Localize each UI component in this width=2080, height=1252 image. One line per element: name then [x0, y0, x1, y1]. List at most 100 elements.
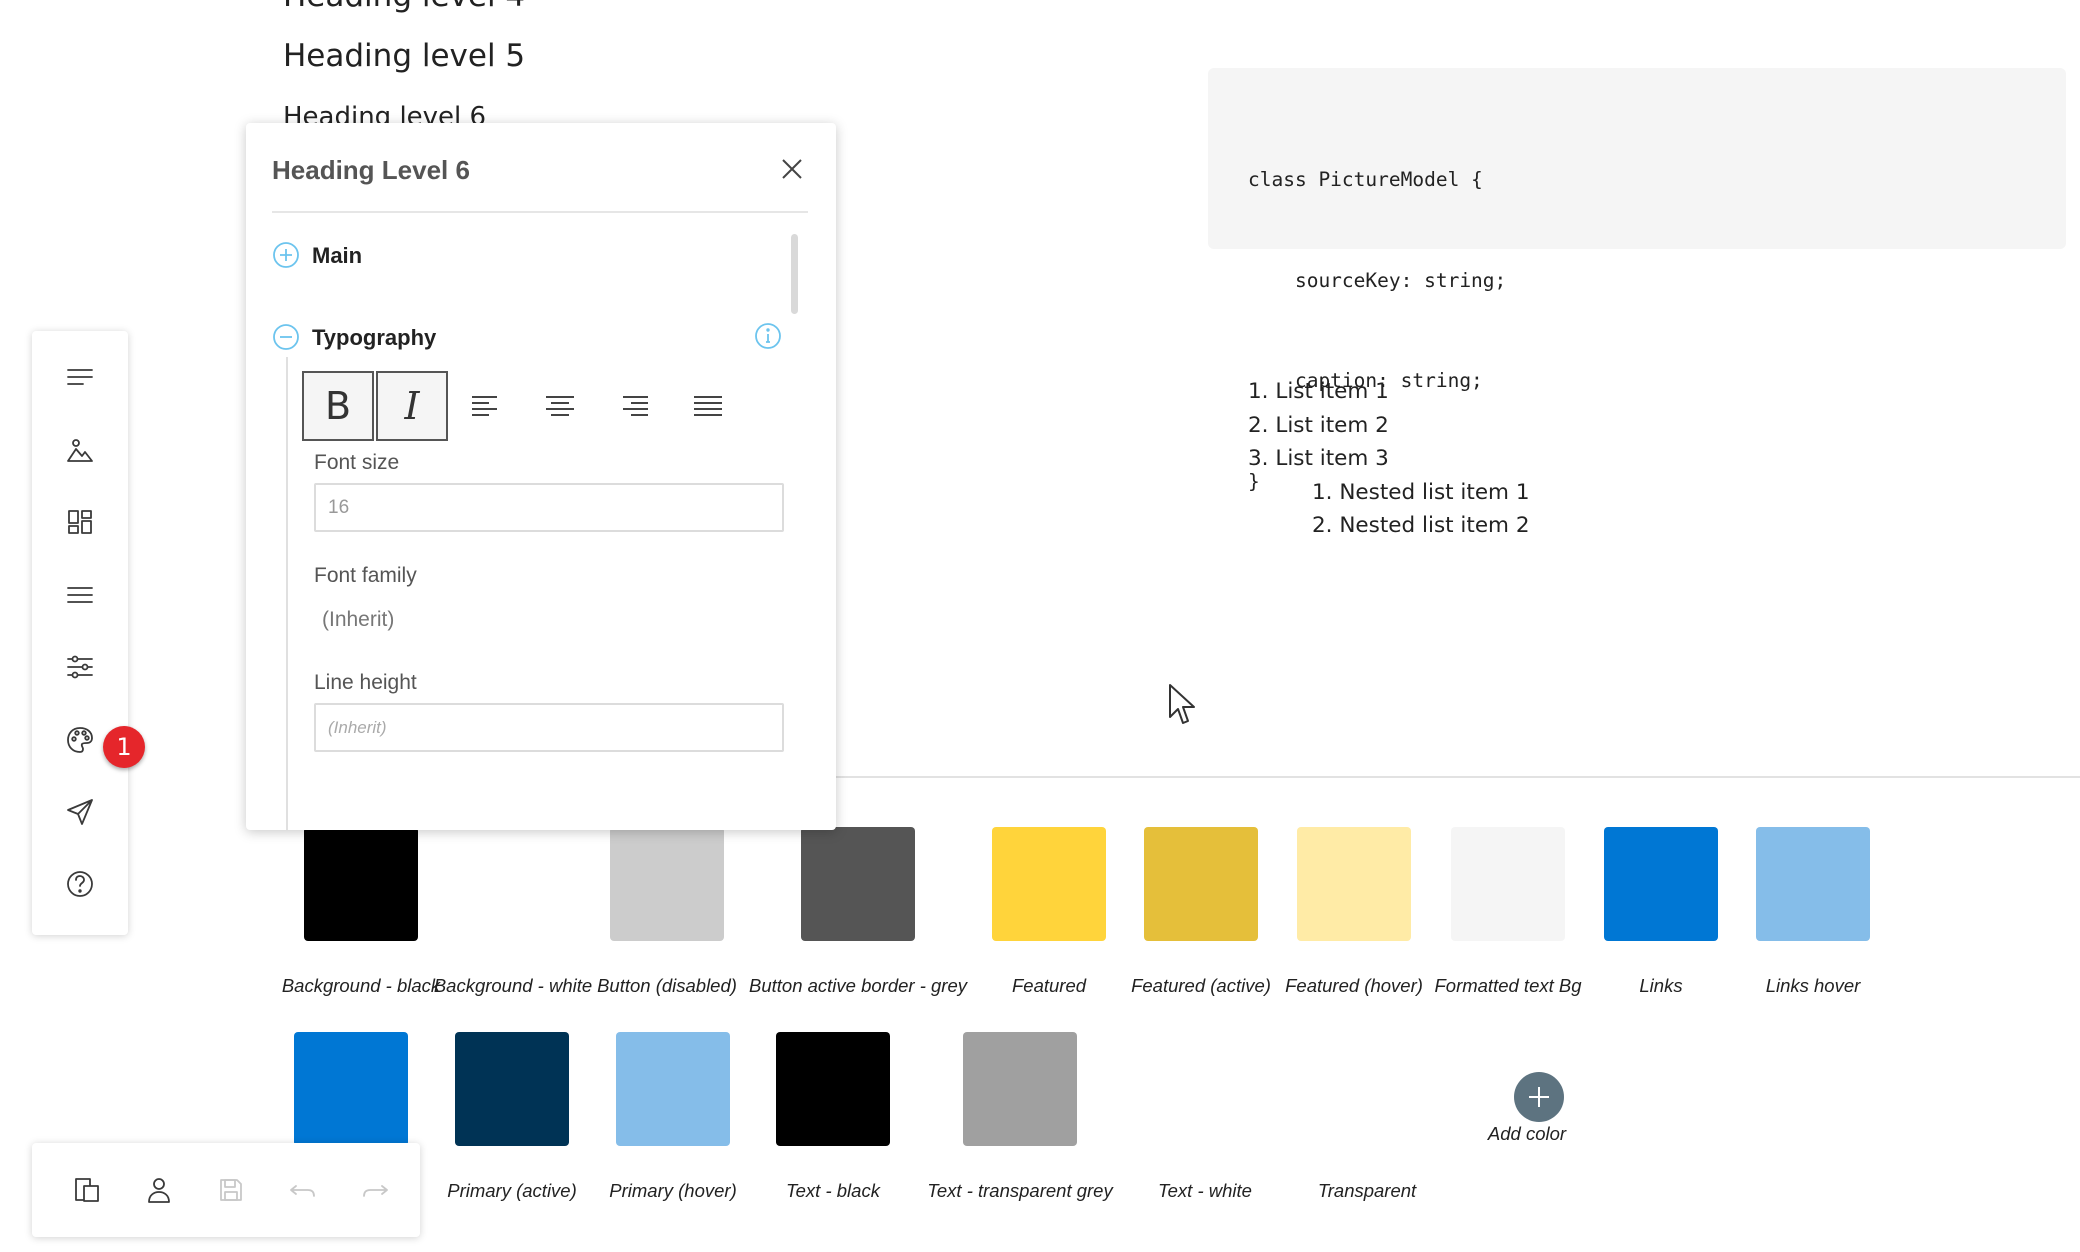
color-swatch[interactable] [1297, 827, 1411, 941]
color-swatch[interactable] [1451, 827, 1565, 941]
color-swatch[interactable] [294, 1032, 408, 1146]
send-button[interactable] [56, 788, 104, 836]
font-size-input[interactable]: 16 [314, 483, 784, 532]
add-color-label: Add color [1487, 1123, 1567, 1144]
section-indent-line [286, 357, 288, 830]
send-icon [67, 799, 93, 825]
code-line: class PictureModel { [1248, 168, 1483, 191]
color-swatch-label: Background - white [433, 975, 593, 996]
redo-icon [363, 1185, 388, 1197]
color-swatch[interactable] [992, 827, 1106, 941]
layout-icon [68, 510, 92, 534]
image-button[interactable] [56, 426, 104, 474]
bold-button[interactable]: B [302, 371, 374, 441]
align-left-button[interactable] [450, 371, 522, 441]
align-right-icon [623, 396, 648, 416]
align-left-icon [472, 396, 497, 416]
bold-icon: B [324, 384, 352, 428]
palette-icon [67, 727, 93, 753]
user-icon [148, 1178, 170, 1203]
plus-icon [1529, 1087, 1549, 1107]
color-swatch-label: Primary (active) [447, 1180, 577, 1201]
color-swatch[interactable] [1604, 827, 1718, 941]
palette-button[interactable] [56, 716, 104, 764]
section-typography[interactable]: Typography [312, 325, 436, 351]
pages-button[interactable] [63, 1166, 111, 1214]
close-button[interactable] [772, 149, 812, 189]
nested-list-item: 2. Nested list item 2 [1312, 513, 1530, 538]
layout-button[interactable] [56, 498, 104, 546]
align-center-icon [546, 396, 574, 416]
font-family-label: Font family [314, 564, 417, 587]
expand-main-toggle[interactable] [272, 241, 302, 271]
align-center-button[interactable] [524, 371, 596, 441]
side-toolbar [32, 331, 128, 935]
section-main[interactable]: Main [312, 243, 362, 269]
color-swatch[interactable] [610, 827, 724, 941]
heading-properties-panel: Heading Level 6 Main Typography B I Font… [246, 123, 836, 830]
justify-button[interactable] [672, 371, 744, 441]
font-size-label: Font size [314, 451, 400, 474]
color-swatch-label: Text - black [786, 1180, 880, 1201]
code-block: class PictureModel { sourceKey: string; … [1208, 68, 2066, 493]
help-icon [67, 871, 93, 897]
color-swatch[interactable] [616, 1032, 730, 1146]
menu-button[interactable] [56, 571, 104, 619]
color-swatch-label: Text - white [1158, 1180, 1252, 1201]
line-height-label: Line height [314, 671, 417, 694]
sliders-button[interactable] [56, 643, 104, 691]
plus-circle-icon [273, 242, 299, 268]
text-lines-icon [67, 369, 93, 385]
color-swatch-label: Transparent [1317, 1180, 1417, 1201]
color-swatch-label: Background - black [281, 975, 441, 996]
panel-scrollbar[interactable] [791, 234, 798, 314]
minus-circle-icon [273, 324, 299, 350]
sliders-icon [67, 655, 93, 679]
font-family-select[interactable]: (Inherit) [322, 608, 394, 632]
color-swatch-label: Primary (hover) [609, 1180, 737, 1201]
align-right-button[interactable] [598, 371, 670, 441]
color-swatch[interactable] [1144, 827, 1258, 941]
italic-icon: I [404, 384, 420, 428]
color-swatch-label: Featured [1011, 975, 1087, 996]
panel-title: Heading Level 6 [272, 155, 470, 185]
justify-icon [694, 396, 722, 416]
line-height-input[interactable]: (Inherit) [314, 703, 784, 752]
help-button[interactable] [56, 860, 104, 908]
collapse-typography-toggle[interactable] [272, 323, 302, 353]
heading-level-5: Heading level 5 [283, 38, 526, 74]
color-swatch[interactable] [304, 827, 418, 941]
color-swatch-label: Text - transparent grey [927, 1180, 1113, 1201]
add-color-button[interactable] [1514, 1072, 1564, 1122]
ordered-list: 1. List item 1 2. List item 2 3. List it… [1248, 375, 1530, 543]
redo-button[interactable] [351, 1166, 399, 1214]
pages-icon [75, 1178, 99, 1202]
heading-level-4: Heading level 4 [283, 0, 525, 14]
color-swatch-label: Links hover [1765, 975, 1861, 996]
text-lines-button[interactable] [56, 353, 104, 401]
save-button[interactable] [207, 1166, 255, 1214]
color-swatch[interactable] [801, 827, 915, 941]
color-swatch-label: Featured (active) [1131, 975, 1271, 996]
user-button[interactable] [135, 1166, 183, 1214]
list-item: 2. List item 2 [1248, 412, 1389, 438]
mouse-cursor-icon [1169, 684, 1195, 724]
italic-button[interactable]: I [376, 371, 448, 441]
color-swatch-label: Featured (hover) [1285, 975, 1423, 996]
color-swatch[interactable] [963, 1032, 1077, 1146]
close-icon [782, 159, 802, 179]
color-swatch[interactable] [1756, 827, 1870, 941]
list-item: 3. List item 3 [1248, 446, 1389, 471]
color-swatch-label: Formatted text Bg [1434, 975, 1582, 996]
color-swatch-label: Button active border - grey [749, 975, 967, 996]
notification-badge: 1 [103, 726, 145, 768]
color-swatch[interactable] [776, 1032, 890, 1146]
menu-icon [67, 587, 93, 603]
code-line: sourceKey: string; [1248, 268, 1507, 292]
list-item: 1. List item 1 [1248, 379, 1389, 404]
save-icon [220, 1179, 242, 1201]
undo-icon [290, 1185, 315, 1197]
color-swatch[interactable] [455, 1032, 569, 1146]
undo-button[interactable] [279, 1166, 327, 1214]
info-icon[interactable] [754, 322, 784, 352]
